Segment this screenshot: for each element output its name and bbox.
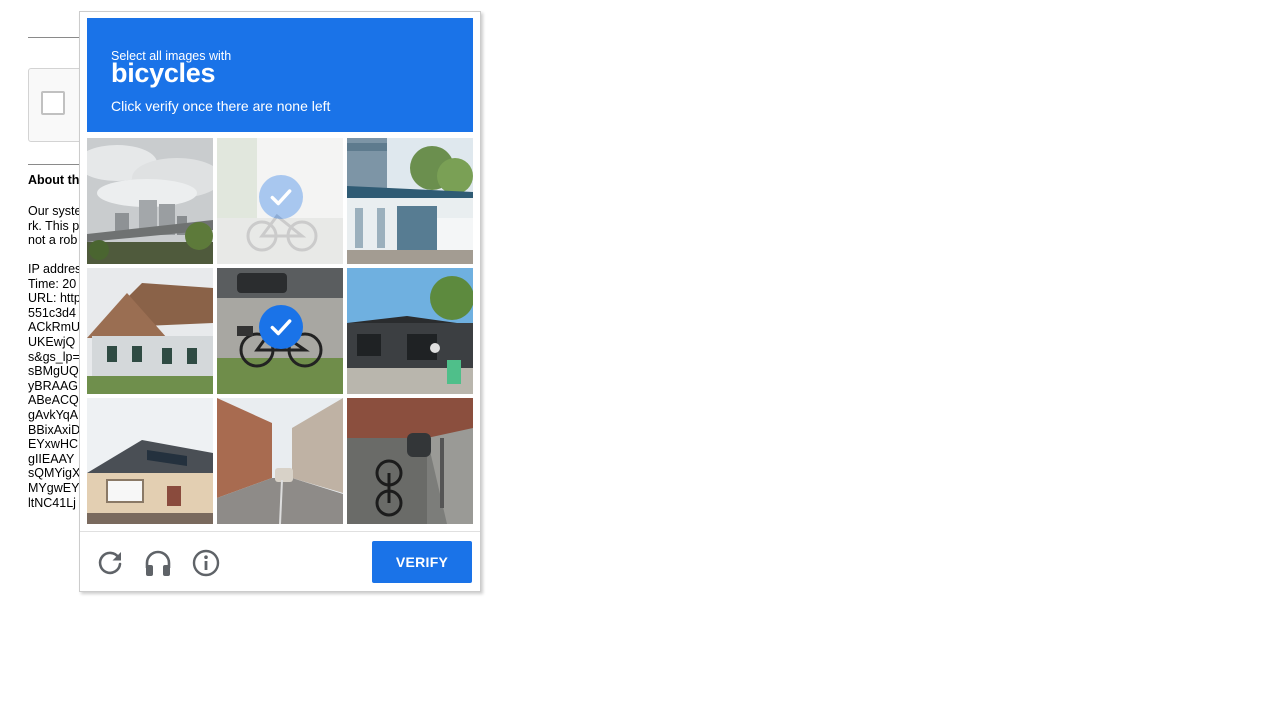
captcha-popup: Select all images with bicycles Click ve…	[79, 11, 481, 592]
selected-check-icon	[259, 175, 303, 219]
tile-image	[347, 138, 473, 264]
image-tile-5[interactable]	[217, 268, 343, 394]
target-object: bicycles	[111, 58, 216, 88]
info-icon[interactable]	[190, 547, 222, 579]
tile-image	[87, 268, 213, 394]
about-paragraph: Our syste rk. This p not a rob	[28, 204, 82, 248]
image-tile-9[interactable]	[347, 398, 473, 524]
image-tile-7[interactable]	[87, 398, 213, 524]
about-heading: About th	[28, 173, 80, 187]
image-grid	[87, 138, 473, 524]
footer-divider	[80, 531, 480, 532]
image-tile-3[interactable]	[347, 138, 473, 264]
tile-image	[347, 268, 473, 394]
tile-image	[347, 398, 473, 524]
image-tile-1[interactable]	[87, 138, 213, 264]
verify-button[interactable]: VERIFY	[372, 541, 472, 583]
image-tile-2[interactable]	[217, 138, 343, 264]
image-tile-4[interactable]	[87, 268, 213, 394]
selected-check-icon	[259, 305, 303, 349]
tile-image	[217, 398, 343, 524]
reload-icon[interactable]	[94, 547, 126, 579]
image-tile-6[interactable]	[347, 268, 473, 394]
captcha-header: Select all images with bicycles Click ve…	[87, 18, 473, 132]
headphones-icon[interactable]	[142, 547, 174, 579]
recaptcha-checkbox[interactable]	[41, 91, 65, 115]
request-details: IP addres Time: 20 URL: http 551c3d4 ACk…	[28, 262, 82, 510]
image-tile-8[interactable]	[217, 398, 343, 524]
instruction-sub: Click verify once there are none left	[111, 98, 331, 114]
tile-image	[87, 398, 213, 524]
tile-image	[87, 138, 213, 264]
